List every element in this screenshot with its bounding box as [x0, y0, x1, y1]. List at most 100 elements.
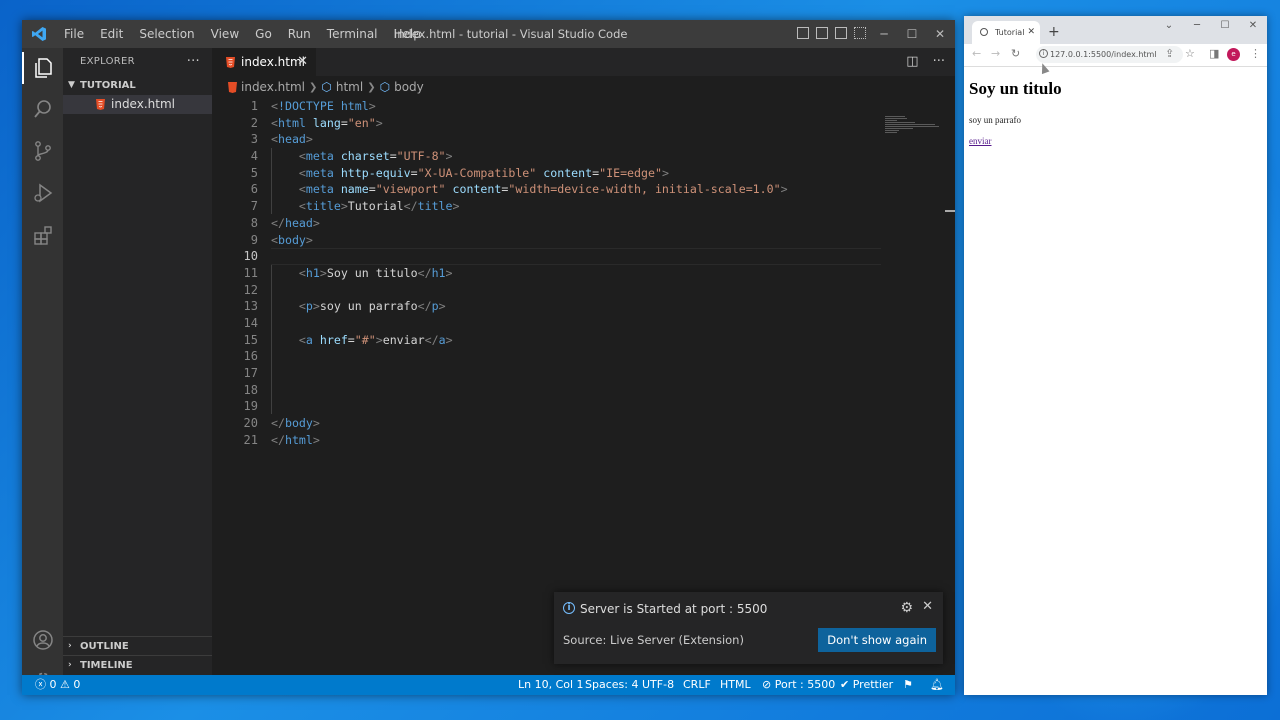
encoding[interactable]: UTF-8	[642, 675, 674, 695]
profile-avatar[interactable]: e	[1227, 48, 1240, 61]
language-mode[interactable]: HTML	[720, 675, 751, 695]
file-index-html[interactable]: index.html	[63, 95, 212, 114]
side-panel-icon[interactable]: ◨	[1209, 47, 1219, 60]
code-line[interactable]: <head>	[271, 131, 881, 148]
code-editor[interactable]: 1 2 3 4 5 6 7 8 9 10 11 12 13 14 15 16 17 18 19 20 21 <!DOCT…	[212, 98, 955, 675]
warning-count: 0	[73, 678, 81, 691]
timeline-section[interactable]: › TIMELINE	[63, 655, 212, 675]
extensions-icon[interactable]	[22, 215, 63, 255]
close-notification-icon[interactable]: ✕	[922, 599, 933, 614]
address-bar[interactable]: i 127.0.0.1:5500/index.html	[1036, 46, 1183, 63]
line-number: 21	[243, 432, 258, 447]
end-of-line[interactable]: CRLF	[683, 675, 711, 695]
toggle-secondary-sidebar-icon[interactable]	[835, 27, 847, 39]
close-window-button[interactable]: ✕	[1239, 16, 1267, 36]
code-line[interactable]: <body>	[271, 232, 881, 249]
menu-go[interactable]: Go	[247, 20, 280, 48]
code-line[interactable]: <p>soy un parrafo</p>	[271, 298, 881, 315]
explorer-icon[interactable]	[22, 48, 63, 88]
close-window-button[interactable]: ✕	[926, 20, 954, 48]
line-number: 17	[243, 366, 258, 380]
new-tab-button[interactable]: +	[1048, 21, 1060, 44]
account-icon[interactable]	[22, 620, 63, 660]
code-line[interactable]: <meta http-equiv="X-UA-Compatible" conte…	[271, 165, 881, 182]
source-control-icon[interactable]	[22, 131, 63, 171]
forward-arrow-icon[interactable]: →	[991, 47, 1000, 60]
code-line[interactable]	[271, 248, 881, 265]
tab-search-chevron-icon[interactable]: ⌄	[1155, 16, 1183, 36]
notification-settings-gear-icon[interactable]: ⚙	[900, 600, 913, 616]
code-line[interactable]: <meta name="viewport" content="width=dev…	[271, 181, 881, 198]
prettier-status[interactable]: ✔ Prettier	[840, 675, 893, 695]
menu-file[interactable]: File	[56, 20, 92, 48]
menu-view[interactable]: View	[203, 20, 247, 48]
code-line[interactable]: </head>	[271, 215, 881, 232]
split-editor-icon[interactable]: ◫	[906, 54, 918, 69]
code-line[interactable]: </body>	[271, 415, 881, 432]
globe-icon	[980, 28, 988, 36]
code-line[interactable]: <html lang="en">	[271, 115, 881, 132]
line-number: 13	[243, 299, 258, 314]
browser-tab[interactable]: Tutorial ✕	[972, 21, 1040, 44]
folder-label: TUTORIAL	[80, 80, 136, 91]
code-line[interactable]	[271, 315, 881, 332]
code-line[interactable]: <!DOCTYPE html>	[271, 98, 881, 115]
close-tab-icon[interactable]: ✕	[1027, 21, 1035, 44]
indentation[interactable]: Spaces: 4	[585, 675, 638, 695]
breadcrumb-file[interactable]: index.html	[241, 80, 305, 94]
problems-indicator[interactable]: ⓧ 0 ⚠ 0	[35, 675, 80, 695]
minimize-button[interactable]: ─	[870, 20, 898, 48]
code-line[interactable]: <meta charset="UTF-8">	[271, 148, 881, 165]
search-icon[interactable]	[22, 89, 63, 129]
code-line[interactable]: <a href="#">enviar</a>	[271, 332, 881, 349]
menu-run[interactable]: Run	[280, 20, 319, 48]
dont-show-again-button[interactable]: Don't show again	[818, 628, 936, 652]
menu-selection[interactable]: Selection	[131, 20, 202, 48]
notifications-bell-icon[interactable]: 🔔︎	[930, 675, 944, 695]
outline-section[interactable]: › OUTLINE	[63, 636, 212, 656]
menu-terminal[interactable]: Terminal	[319, 20, 386, 48]
bookmark-star-icon[interactable]: ☆	[1185, 47, 1195, 60]
breadcrumb-html[interactable]: html	[336, 80, 363, 94]
more-actions-icon[interactable]: ···	[933, 54, 945, 69]
notification-toast: i Server is Started at port : 5500 ⚙ ✕ S…	[554, 592, 943, 664]
minimize-button[interactable]: ─	[1183, 16, 1211, 36]
browser-toolbar: ← → ↻ i 127.0.0.1:5500/index.html ⇪ ☆ ◨ …	[964, 44, 1267, 67]
line-number: 15	[243, 332, 258, 347]
code-line[interactable]	[271, 365, 881, 382]
customize-layout-icon[interactable]	[854, 27, 866, 39]
run-debug-icon[interactable]	[22, 173, 63, 213]
page-link[interactable]: enviar	[969, 136, 1262, 146]
share-icon[interactable]: ⇪	[1165, 47, 1174, 60]
code-line[interactable]	[271, 282, 881, 299]
code-line[interactable]	[271, 398, 881, 415]
site-info-icon[interactable]: i	[1039, 49, 1048, 58]
close-tab-icon[interactable]: ✕	[297, 54, 308, 69]
more-actions-icon[interactable]: ···	[187, 48, 200, 76]
live-server-port[interactable]: ⊘ Port : 5500	[762, 675, 835, 695]
menu-edit[interactable]: Edit	[92, 20, 131, 48]
maximize-button[interactable]: ☐	[898, 20, 926, 48]
code-line[interactable]	[271, 382, 881, 399]
reload-icon[interactable]: ↻	[1011, 47, 1020, 60]
maximize-button[interactable]: ☐	[1211, 16, 1239, 36]
code-line[interactable]: </html>	[271, 432, 881, 449]
cursor-position[interactable]: Ln 10, Col 1	[518, 675, 584, 695]
code-line[interactable]	[271, 348, 881, 365]
toggle-sidebar-icon[interactable]	[797, 27, 809, 39]
code-line[interactable]: <title>Tutorial</title>	[271, 198, 881, 215]
back-arrow-icon[interactable]: ←	[972, 47, 981, 60]
tab-index-html[interactable]: index.html ✕	[212, 48, 316, 76]
html5-file-icon	[228, 81, 237, 93]
check-double-icon: ✔	[840, 678, 850, 691]
toggle-panel-icon[interactable]	[816, 27, 828, 39]
feedback-icon[interactable]: ⚑	[903, 675, 913, 695]
code-line[interactable]: <h1>Soy un titulo</h1>	[271, 265, 881, 282]
minimap[interactable]	[885, 116, 941, 144]
page-paragraph: soy un parrafo	[969, 115, 1021, 125]
browser-menu-icon[interactable]: ⋮	[1250, 47, 1261, 60]
folder-tutorial[interactable]: ▼ TUTORIAL	[63, 76, 212, 95]
scrollbar-marker[interactable]	[945, 210, 955, 212]
code-content[interactable]: <!DOCTYPE html> <html lang="en"> <head> <m…	[271, 98, 881, 448]
breadcrumb-body[interactable]: body	[394, 80, 424, 94]
